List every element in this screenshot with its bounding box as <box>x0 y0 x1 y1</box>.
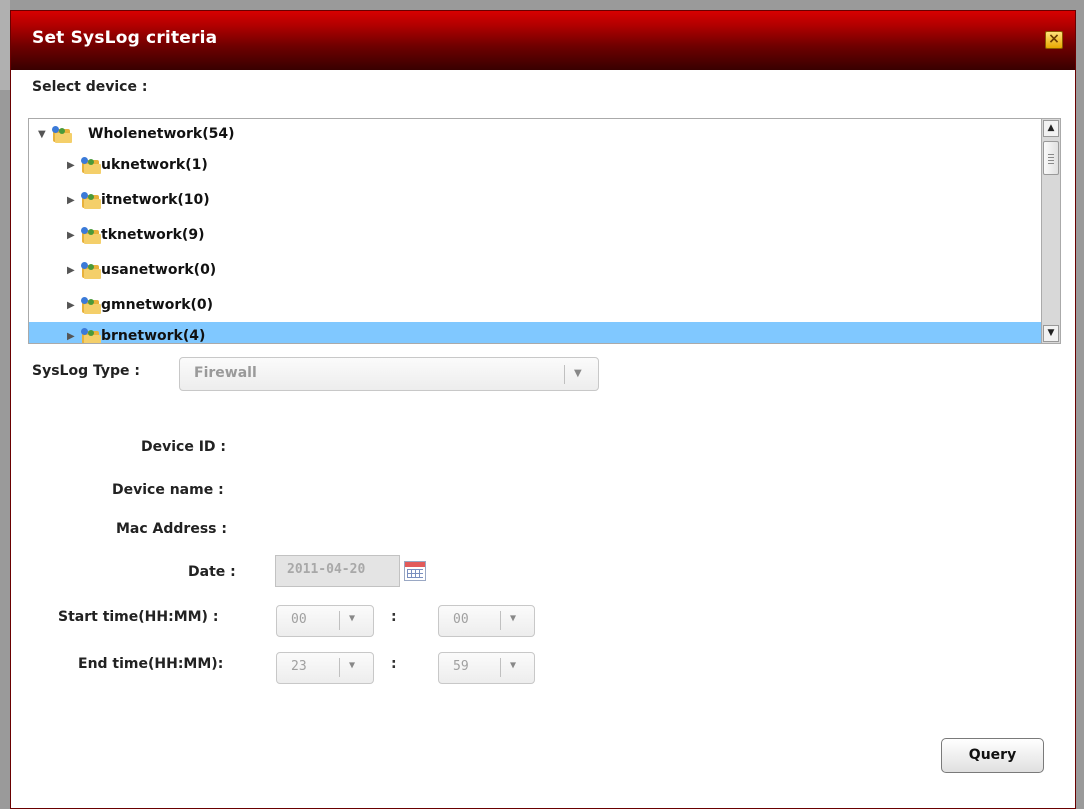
tree-node-brnetwork[interactable]: ▶ brnetwork(4) <box>29 322 1041 344</box>
expand-arrow-icon[interactable]: ▶ <box>67 230 75 241</box>
device-id-label: Device ID : <box>141 439 227 455</box>
start-time-label: Start time(HH:MM) : <box>58 609 219 625</box>
chevron-down-icon: ▼ <box>510 613 517 624</box>
expand-arrow-icon[interactable]: ▶ <box>67 160 75 171</box>
date-label: Date : <box>188 564 236 580</box>
network-folder-icon <box>81 328 101 343</box>
device-name-label: Device name : <box>112 482 224 498</box>
tree-node-gmnetwork[interactable]: ▶ gmnetwork(0) <box>29 291 1041 322</box>
time-separator: : <box>391 609 397 625</box>
tree-node-label: Wholenetwork(54) <box>88 126 235 142</box>
start-minute-select[interactable]: 00 ▼ <box>438 605 535 637</box>
mac-address-label: Mac Address : <box>116 521 227 537</box>
expand-arrow-icon[interactable]: ▶ <box>67 300 75 311</box>
scroll-thumb[interactable] <box>1043 141 1059 175</box>
tree-node-tknetwork[interactable]: ▶ tknetwork(9) <box>29 221 1041 252</box>
network-folder-icon <box>81 192 101 210</box>
tree-node-label: brnetwork(4) <box>101 328 206 344</box>
tree-node-label: usanetwork(0) <box>101 262 217 278</box>
tree-node-usanetwork[interactable]: ▶ usanetwork(0) <box>29 256 1041 287</box>
device-tree[interactable]: ▼ Wholenetwork(54) ▶ uknetwork(1) ▶ itne… <box>28 118 1061 344</box>
network-folder-icon <box>81 297 101 315</box>
start-hour-value: 00 <box>291 612 307 627</box>
end-minute-value: 59 <box>453 659 469 674</box>
network-folder-icon <box>81 157 101 175</box>
tree-scrollbar[interactable]: ▲ ▼ <box>1041 119 1060 343</box>
tree-node-label: uknetwork(1) <box>101 157 208 173</box>
time-separator: : <box>391 656 397 672</box>
end-hour-value: 23 <box>291 659 307 674</box>
expand-arrow-icon[interactable]: ▶ <box>67 195 75 206</box>
expand-arrow-icon[interactable]: ▶ <box>67 331 75 342</box>
dialog-titlebar[interactable]: Set SysLog criteria × <box>11 11 1075 70</box>
tree-node-label: tknetwork(9) <box>101 227 205 243</box>
tree-node-itnetwork[interactable]: ▶ itnetwork(10) <box>29 186 1041 217</box>
chevron-down-icon: ▼ <box>349 660 356 671</box>
query-button[interactable]: Query <box>941 738 1044 773</box>
tree-node-label: gmnetwork(0) <box>101 297 214 313</box>
end-hour-select[interactable]: 23 ▼ <box>276 652 374 684</box>
date-input[interactable]: 2011-04-20 <box>275 555 400 587</box>
syslog-type-value: Firewall <box>194 365 257 381</box>
select-device-label: Select device : <box>32 79 148 95</box>
close-icon[interactable]: × <box>1045 31 1063 49</box>
chevron-down-icon: ▼ <box>510 660 517 671</box>
dialog-title: Set SysLog criteria <box>32 28 218 48</box>
start-hour-select[interactable]: 00 ▼ <box>276 605 374 637</box>
network-folder-icon <box>81 227 101 245</box>
calendar-icon[interactable] <box>404 561 426 581</box>
tree-node-label: itnetwork(10) <box>101 192 210 208</box>
start-minute-value: 00 <box>453 612 469 627</box>
syslog-criteria-dialog: Set SysLog criteria × Select device : ▼ … <box>10 10 1076 809</box>
scroll-up-icon[interactable]: ▲ <box>1043 120 1059 137</box>
scroll-down-icon[interactable]: ▼ <box>1043 325 1059 342</box>
collapse-arrow-icon[interactable]: ▼ <box>38 129 46 140</box>
network-folder-icon <box>81 262 101 280</box>
syslog-type-label: SysLog Type : <box>32 363 140 379</box>
chevron-down-icon: ▼ <box>349 613 356 624</box>
end-minute-select[interactable]: 59 ▼ <box>438 652 535 684</box>
tree-node-uknetwork[interactable]: ▶ uknetwork(1) <box>29 151 1041 182</box>
syslog-type-select[interactable]: Firewall ▼ <box>179 357 599 391</box>
end-time-label: End time(HH:MM): <box>78 656 224 672</box>
backdrop <box>0 0 10 90</box>
expand-arrow-icon[interactable]: ▶ <box>67 265 75 276</box>
tree-node-root[interactable]: ▼ Wholenetwork(54) <box>29 120 1041 151</box>
chevron-down-icon: ▼ <box>574 368 582 379</box>
network-folder-icon <box>52 126 72 144</box>
